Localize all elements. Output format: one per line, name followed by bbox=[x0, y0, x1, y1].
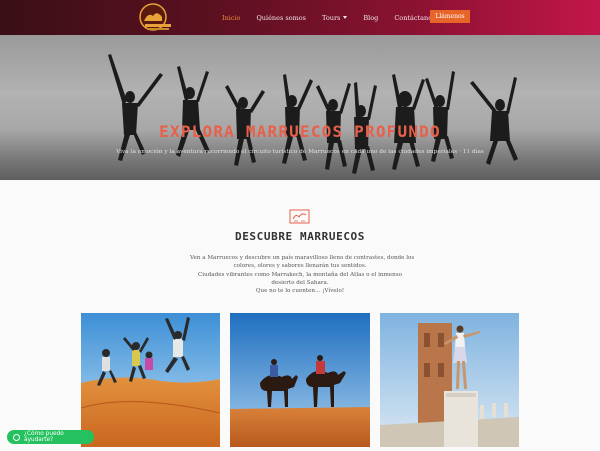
chevron-down-icon bbox=[343, 16, 348, 19]
hero-subtitle: Viva la emoción y la aventura recorriend… bbox=[116, 149, 484, 155]
map-icon bbox=[289, 209, 310, 224]
nav-item-quienes-somos[interactable]: Quiénes somos bbox=[256, 14, 306, 22]
section-text-line: desierto del Sahara. bbox=[271, 279, 329, 286]
nav-item-blog[interactable]: Blog bbox=[363, 14, 378, 22]
section-text-line: Que no te lo cuenten... ¡Vívelo! bbox=[255, 288, 345, 295]
section-text-line: Ciudades vibrantes como Marrakech, la mo… bbox=[198, 271, 402, 278]
brand-logo[interactable] bbox=[136, 2, 174, 33]
photo-hassan-tower[interactable] bbox=[380, 313, 519, 447]
whatsapp-icon bbox=[13, 433, 20, 441]
nav-item-inicio[interactable]: Inicio bbox=[222, 14, 240, 22]
whatsapp-label: ¿Cómo puedo ayudarte? bbox=[23, 431, 64, 443]
hero-banner: EXPLORA MARRUECOS PROFUNDO Viva la emoci… bbox=[0, 35, 600, 180]
nav-item-tours-label: Tours bbox=[322, 13, 341, 22]
hero-silhouettes bbox=[108, 54, 518, 174]
main-nav: Inicio Quiénes somos Tours Blog Contácta… bbox=[222, 0, 451, 35]
whatsapp-chat-button[interactable]: ¿Cómo puedo ayudarte? bbox=[7, 430, 94, 444]
nav-item-tours[interactable]: Tours bbox=[322, 13, 348, 22]
section-text: Ven a Marruecos y descubre un país marav… bbox=[190, 254, 415, 295]
photo-desert-jump[interactable] bbox=[81, 313, 220, 447]
site-header: Inicio Quiénes somos Tours Blog Contácta… bbox=[0, 0, 600, 35]
section-text-line: Ven a Marruecos y descubre un país marav… bbox=[190, 255, 415, 261]
photo-camels[interactable] bbox=[230, 313, 370, 447]
section-title: DESCUBRE MARRUECOS bbox=[234, 230, 365, 243]
call-us-button[interactable]: Llámenos bbox=[430, 10, 470, 23]
hero-title: EXPLORA MARRUECOS PROFUNDO bbox=[159, 122, 441, 141]
section-text-line: colores, olores y sabores llenarán tus s… bbox=[233, 263, 367, 270]
